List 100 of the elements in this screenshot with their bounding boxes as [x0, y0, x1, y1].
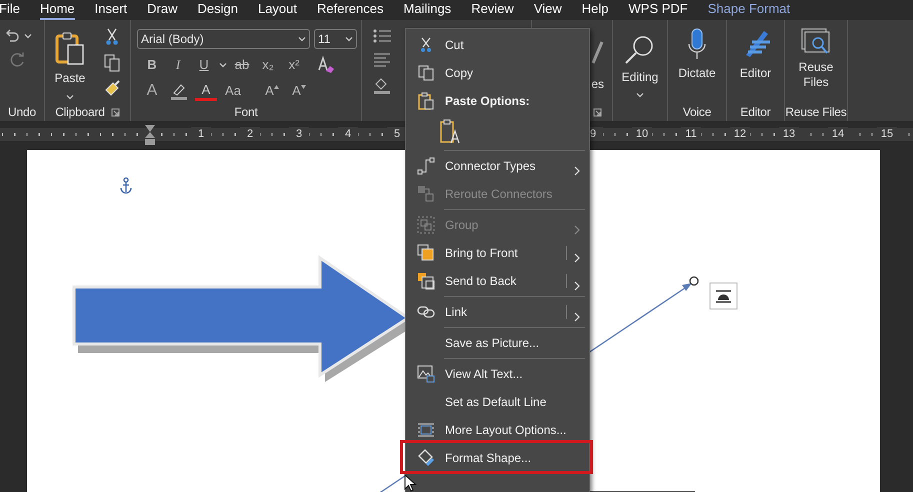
indent-marker-icon	[144, 124, 156, 146]
copy-icon	[104, 54, 120, 72]
picture-frame-icon	[417, 365, 435, 383]
menu-item[interactable]: Connector Types	[406, 152, 589, 180]
menu-section-heading: Paste Options:	[445, 93, 530, 110]
change-case-button[interactable]: Aa	[222, 81, 244, 101]
reuse-files-button[interactable]: Reuse Files	[785, 20, 847, 90]
font-color-button[interactable]: A	[195, 81, 217, 101]
group-label: Undo	[8, 104, 36, 120]
editor-button[interactable]: Editor	[727, 20, 784, 82]
format-button[interactable]: U	[193, 55, 215, 75]
copy-icon	[418, 65, 434, 81]
menu-item[interactable]: Save as Picture...	[406, 329, 589, 357]
group-label: Reuse Files	[785, 104, 847, 120]
connector-icon	[417, 157, 435, 175]
send-to-back-icon	[417, 272, 435, 290]
ribbon-tab[interactable]: Insert	[94, 0, 128, 20]
ribbon-tab[interactable]: File	[0, 0, 20, 20]
bullet-list-button[interactable]	[372, 28, 392, 44]
layout-lines-icon	[417, 422, 435, 438]
layout-options-button[interactable]	[710, 282, 738, 310]
ribbon-tab[interactable]: Review	[471, 0, 514, 20]
ribbon-tab[interactable]: Draw	[147, 0, 178, 20]
scissors-icon	[419, 37, 433, 53]
menu-item[interactable]: Cut	[406, 31, 589, 59]
chevron-right-icon	[574, 166, 580, 176]
grow-font-button[interactable]: A	[261, 81, 283, 101]
bulleted-list-icon	[372, 28, 392, 44]
group-icon	[417, 216, 435, 234]
paintbrush-icon	[103, 80, 121, 98]
bring-to-front-icon	[417, 244, 435, 262]
clipboard-icon	[440, 119, 460, 145]
align-left-icon	[372, 52, 392, 68]
chevron-right-icon	[574, 280, 580, 291]
chevron-right-icon	[574, 252, 580, 263]
menu-item[interactable]: Bring to Front	[406, 239, 589, 267]
menu-item[interactable]: View Alt Text...	[406, 360, 589, 388]
highlighter-icon	[170, 82, 188, 100]
menu-item[interactable]: Copy	[406, 59, 589, 87]
caret-down-icon	[300, 85, 306, 89]
shading-button[interactable]	[372, 76, 392, 94]
dictate-button[interactable]: Dictate	[668, 20, 726, 82]
menu-item[interactable]: Set as Default Line	[406, 388, 589, 416]
caret-icon	[345, 36, 353, 42]
format-button[interactable]: ab	[231, 55, 253, 75]
paint-bucket-icon	[417, 449, 435, 467]
dialog-launcher-icon	[592, 108, 602, 118]
menu-item[interactable]: Send to Back	[406, 267, 589, 295]
resize-handle[interactable]	[689, 276, 699, 286]
group-label: Voice	[682, 104, 712, 120]
microphone-icon	[687, 28, 707, 60]
paint-bucket-icon	[372, 76, 392, 94]
text-effects-button[interactable]: A	[141, 81, 163, 101]
caret-icon	[219, 62, 227, 68]
menu-item[interactable]: Link	[406, 298, 589, 326]
copy-button[interactable]	[103, 54, 121, 72]
ribbon-tab[interactable]: Help	[582, 0, 609, 20]
document-search-icon	[801, 28, 831, 56]
anchor-icon	[120, 177, 132, 194]
format-button[interactable]: B	[141, 55, 163, 75]
dialog-launcher-icon	[110, 108, 120, 116]
scissors-icon	[104, 28, 120, 46]
menu-item[interactable]: Format Shape...	[406, 444, 589, 472]
ribbon-tab[interactable]: References	[317, 0, 384, 20]
ribbon-tab[interactable]: Mailings	[404, 0, 452, 20]
undo-button[interactable]	[4, 28, 20, 44]
clipboard-icon	[55, 32, 85, 66]
pen-icon	[590, 40, 604, 66]
link-icon	[417, 305, 435, 319]
ribbon-tab[interactable]: WPS PDF	[628, 0, 688, 20]
paste-button[interactable]: Paste	[53, 28, 87, 103]
ribbon-tab[interactable]: Design	[198, 0, 238, 20]
group-label: Font	[234, 104, 258, 120]
format-button[interactable]: x²	[283, 55, 305, 75]
circular-arrow-icon	[10, 52, 26, 68]
clipboard-icon	[418, 92, 434, 110]
caret-icon	[298, 36, 306, 42]
format-button[interactable]: x₂	[257, 55, 279, 75]
font-name-dropdown[interactable]: Arial (Body)	[137, 29, 310, 49]
group-label: Clipboard	[55, 104, 105, 120]
group-label: Editor	[740, 104, 771, 120]
reroute-icon	[417, 185, 435, 203]
format-button[interactable]: I	[167, 55, 189, 75]
chevron-right-icon	[574, 224, 580, 235]
editing-button[interactable]: Editing	[613, 20, 667, 103]
align-left-button[interactable]	[372, 52, 392, 68]
menu-item[interactable]: More Layout Options...	[406, 416, 589, 444]
chevron-right-icon	[574, 312, 580, 322]
ribbon-tab[interactable]: View	[534, 0, 562, 20]
ribbon-tab[interactable]: Shape Format	[708, 0, 790, 20]
caret-icon	[24, 33, 32, 39]
caret-up-icon	[274, 85, 279, 89]
shrink-font-button[interactable]: A	[288, 81, 310, 101]
font-size-dropdown[interactable]: 11	[314, 29, 357, 49]
ribbon-tab[interactable]: Layout	[258, 0, 298, 20]
caret-icon	[636, 92, 644, 98]
styles-button[interactable]: es	[590, 20, 612, 103]
format-painter-button[interactable]	[103, 80, 121, 98]
caret-icon	[66, 94, 74, 100]
undo-icon	[4, 28, 20, 44]
